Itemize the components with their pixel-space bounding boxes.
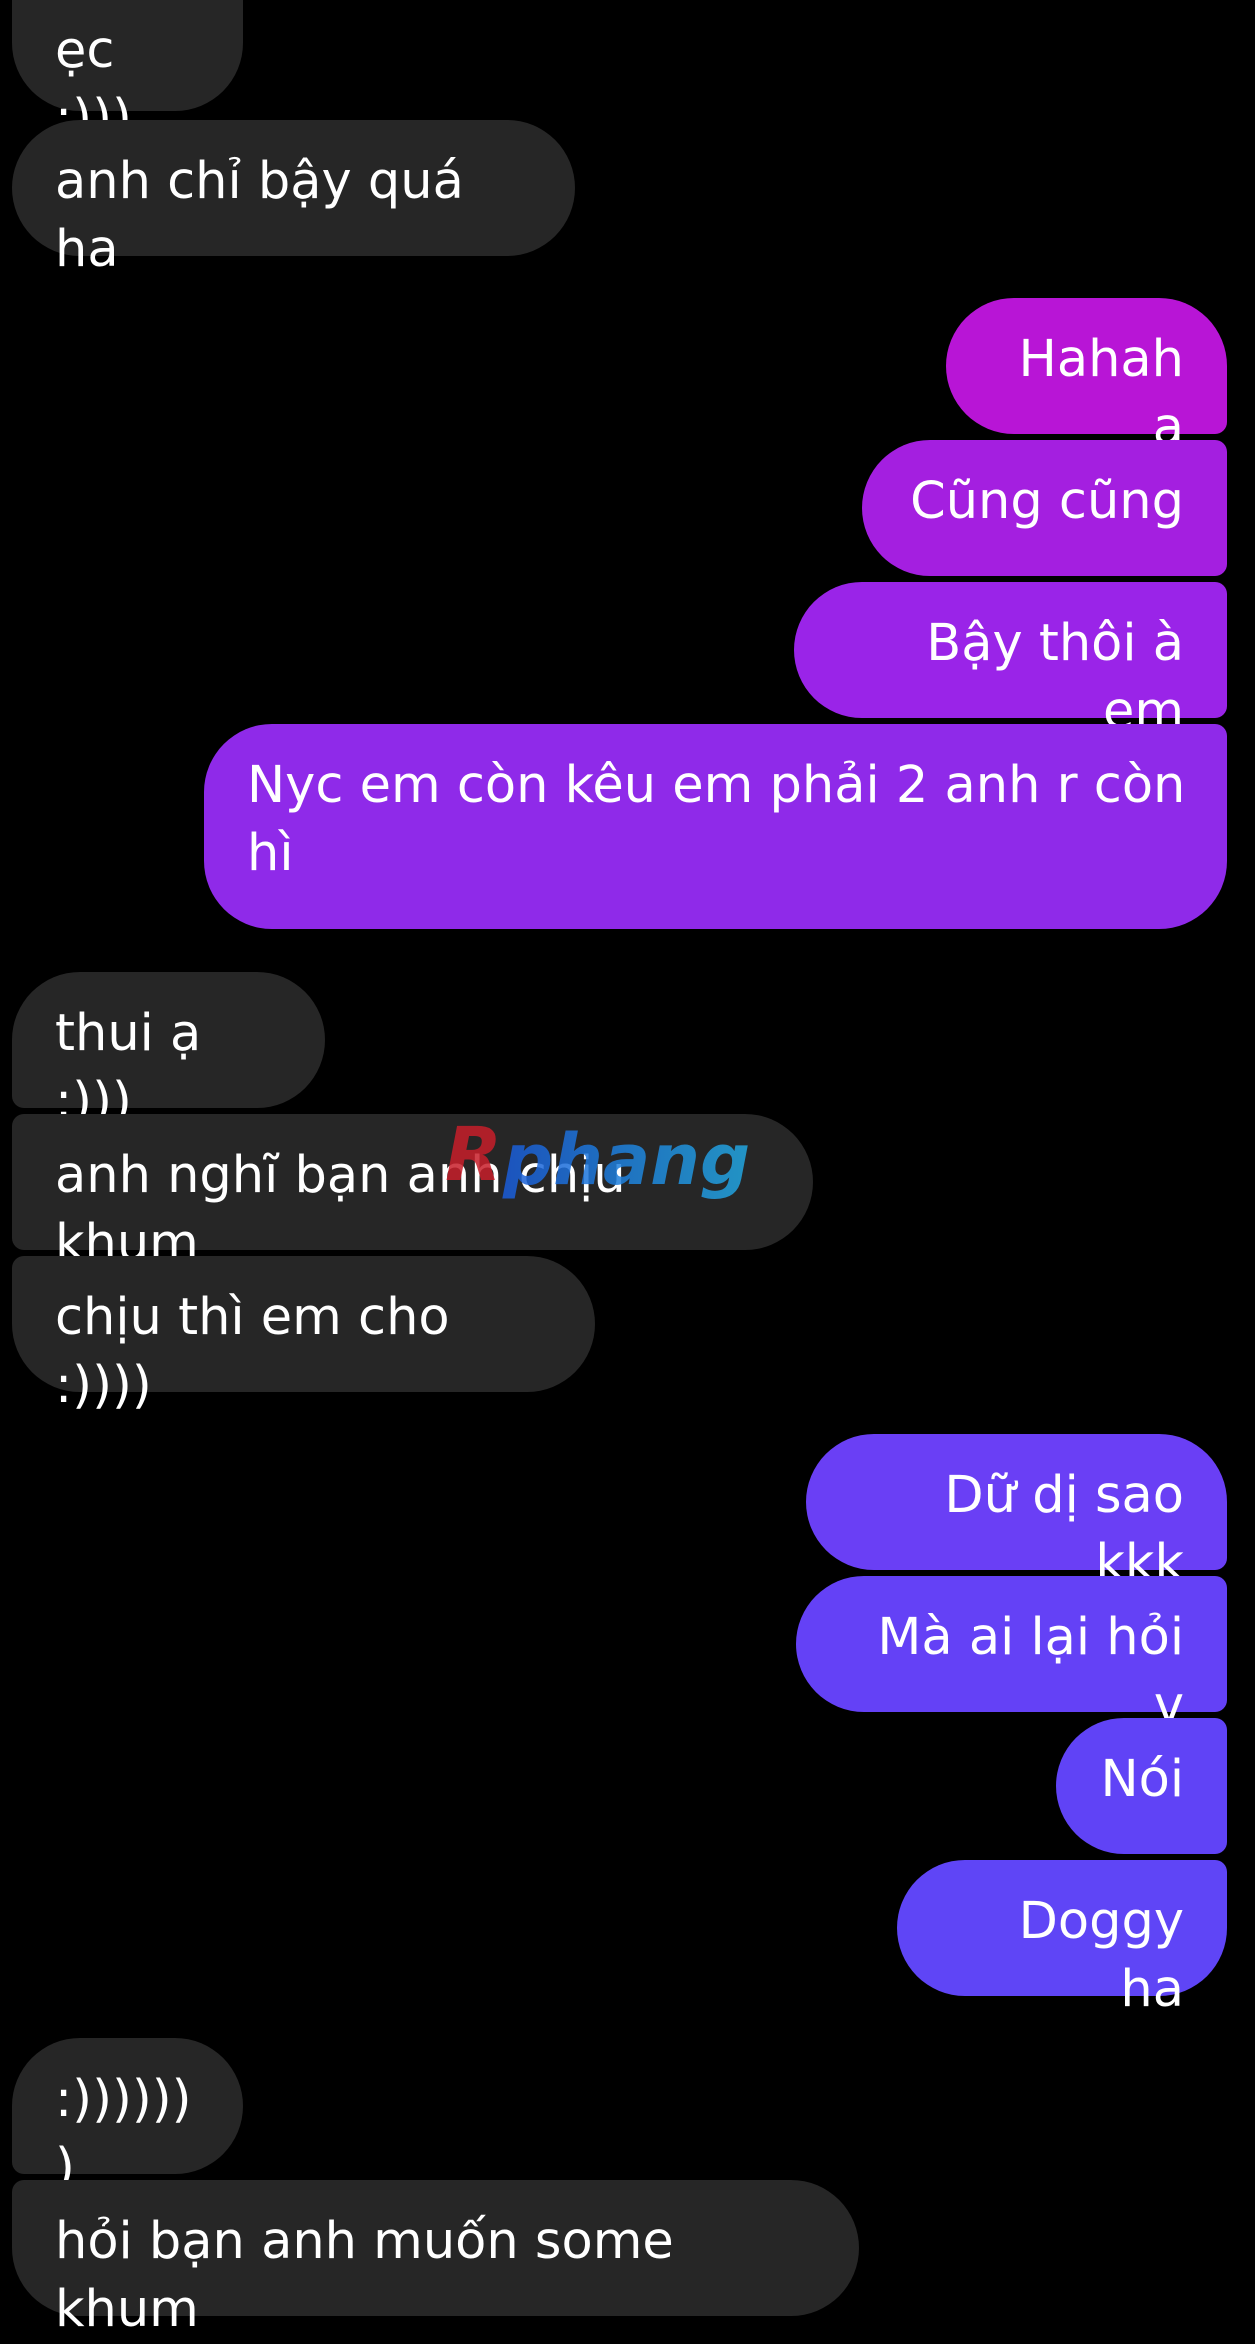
message-incoming[interactable]: anh nghĩ bạn anh chịu khum [12, 1114, 813, 1273]
message-outgoing[interactable]: Bậy thôi à em [794, 582, 1227, 741]
message-incoming[interactable]: chịu thì em cho :)))) [12, 1256, 595, 1415]
message-incoming[interactable]: anh chỉ bậy quá ha [12, 120, 575, 279]
message-incoming[interactable]: ẹc :))) [12, 0, 243, 148]
message-outgoing[interactable]: Cũng cũng [862, 440, 1227, 576]
message-incoming[interactable]: thui ạ :))) [12, 972, 325, 1131]
message-outgoing[interactable]: Nyc em còn kêu em phải 2 anh r còn hì [204, 724, 1227, 929]
message-outgoing[interactable]: Dữ dị sao kkk [806, 1434, 1227, 1593]
message-outgoing[interactable]: Hahaha [946, 298, 1227, 457]
message-incoming[interactable]: :))))))) [12, 2038, 243, 2197]
message-outgoing[interactable]: Mà ai lại hỏi v [796, 1576, 1227, 1735]
message-outgoing[interactable]: Nói [1056, 1718, 1227, 1854]
message-incoming[interactable]: hỏi bạn anh muốn some khum [12, 2180, 859, 2339]
message-outgoing[interactable]: Doggy ha [897, 1860, 1227, 2019]
